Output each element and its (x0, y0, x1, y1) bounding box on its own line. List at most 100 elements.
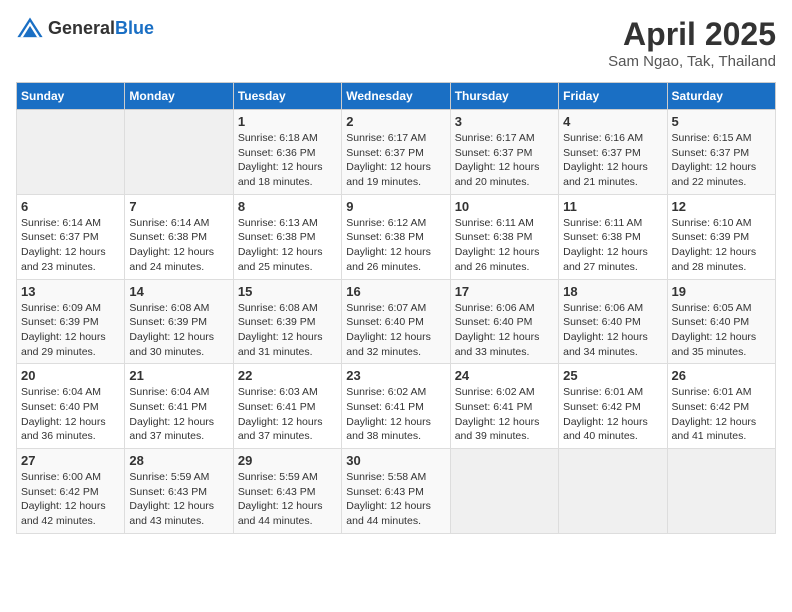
week-row-2: 6Sunrise: 6:14 AMSunset: 6:37 PMDaylight… (17, 194, 776, 279)
daylight-text: Daylight: 12 hours and 23 minutes. (21, 246, 106, 273)
day-number: 8 (238, 199, 337, 214)
daylight-text: Daylight: 12 hours and 40 minutes. (563, 416, 648, 443)
header-thursday: Thursday (450, 83, 558, 110)
day-number: 18 (563, 284, 662, 299)
day-info: Sunrise: 6:17 AMSunset: 6:37 PMDaylight:… (455, 131, 554, 190)
sunset-text: Sunset: 6:39 PM (21, 316, 99, 328)
header-wednesday: Wednesday (342, 83, 450, 110)
table-row: 28Sunrise: 5:59 AMSunset: 6:43 PMDayligh… (125, 449, 233, 534)
sunrise-text: Sunrise: 5:59 AM (238, 471, 318, 483)
sunset-text: Sunset: 6:40 PM (21, 401, 99, 413)
sunrise-text: Sunrise: 6:17 AM (346, 132, 426, 144)
day-info: Sunrise: 6:18 AMSunset: 6:36 PMDaylight:… (238, 131, 337, 190)
table-row: 6Sunrise: 6:14 AMSunset: 6:37 PMDaylight… (17, 194, 125, 279)
table-row: 18Sunrise: 6:06 AMSunset: 6:40 PMDayligh… (559, 279, 667, 364)
sunset-text: Sunset: 6:38 PM (346, 231, 424, 243)
table-row: 25Sunrise: 6:01 AMSunset: 6:42 PMDayligh… (559, 364, 667, 449)
sunrise-text: Sunrise: 6:01 AM (563, 386, 643, 398)
sunrise-text: Sunrise: 5:58 AM (346, 471, 426, 483)
day-number: 1 (238, 114, 337, 129)
daylight-text: Daylight: 12 hours and 27 minutes. (563, 246, 648, 273)
sunset-text: Sunset: 6:37 PM (455, 147, 533, 159)
table-row: 19Sunrise: 6:05 AMSunset: 6:40 PMDayligh… (667, 279, 775, 364)
day-info: Sunrise: 6:14 AMSunset: 6:37 PMDaylight:… (21, 216, 120, 275)
day-number: 4 (563, 114, 662, 129)
daylight-text: Daylight: 12 hours and 25 minutes. (238, 246, 323, 273)
day-number: 10 (455, 199, 554, 214)
sunset-text: Sunset: 6:43 PM (129, 486, 207, 498)
header-monday: Monday (125, 83, 233, 110)
table-row (125, 110, 233, 195)
day-number: 11 (563, 199, 662, 214)
sunrise-text: Sunrise: 6:02 AM (346, 386, 426, 398)
day-number: 20 (21, 368, 120, 383)
sunrise-text: Sunrise: 6:06 AM (563, 302, 643, 314)
table-row: 3 Sunrise: 6:17 AMSunset: 6:37 PMDaylight… (450, 110, 558, 195)
sunset-text: Sunset: 6:39 PM (672, 231, 750, 243)
table-row: 17Sunrise: 6:06 AMSunset: 6:40 PMDayligh… (450, 279, 558, 364)
daylight-text: Daylight: 12 hours and 39 minutes. (455, 416, 540, 443)
table-row: 9Sunrise: 6:12 AMSunset: 6:38 PMDaylight… (342, 194, 450, 279)
day-info: Sunrise: 6:17 AMSunset: 6:37 PMDaylight:… (346, 131, 445, 190)
day-info: Sunrise: 6:13 AMSunset: 6:38 PMDaylight:… (238, 216, 337, 275)
day-number: 7 (129, 199, 228, 214)
table-row: 23Sunrise: 6:02 AMSunset: 6:41 PMDayligh… (342, 364, 450, 449)
sunset-text: Sunset: 6:37 PM (563, 147, 641, 159)
sunrise-text: Sunrise: 6:04 AM (21, 386, 101, 398)
day-number: 27 (21, 453, 120, 468)
sunset-text: Sunset: 6:36 PM (238, 147, 316, 159)
calendar-table: SundayMondayTuesdayWednesdayThursdayFrid… (16, 82, 776, 534)
day-info: Sunrise: 6:15 AMSunset: 6:37 PMDaylight:… (672, 131, 771, 190)
day-info: Sunrise: 6:12 AMSunset: 6:38 PMDaylight:… (346, 216, 445, 275)
day-number: 26 (672, 368, 771, 383)
sunrise-text: Sunrise: 6:05 AM (672, 302, 752, 314)
table-row: 8 Sunrise: 6:13 AMSunset: 6:38 PMDaylight… (233, 194, 341, 279)
day-number: 3 (455, 114, 554, 129)
sunset-text: Sunset: 6:39 PM (129, 316, 207, 328)
day-number: 13 (21, 284, 120, 299)
sunrise-text: Sunrise: 6:14 AM (129, 217, 209, 229)
sunset-text: Sunset: 6:40 PM (346, 316, 424, 328)
day-info: Sunrise: 6:06 AMSunset: 6:40 PMDaylight:… (455, 301, 554, 360)
table-row: 30Sunrise: 5:58 AMSunset: 6:43 PMDayligh… (342, 449, 450, 534)
table-row: 2Sunrise: 6:17 AMSunset: 6:37 PMDaylight… (342, 110, 450, 195)
sunrise-text: Sunrise: 6:09 AM (21, 302, 101, 314)
daylight-text: Daylight: 12 hours and 38 minutes. (346, 416, 431, 443)
sunset-text: Sunset: 6:41 PM (346, 401, 424, 413)
daylight-text: Daylight: 12 hours and 29 minutes. (21, 331, 106, 358)
table-row: 26Sunrise: 6:01 AMSunset: 6:42 PMDayligh… (667, 364, 775, 449)
table-row: 1 Sunrise: 6:18 AMSunset: 6:36 PMDaylight… (233, 110, 341, 195)
day-info: Sunrise: 6:00 AMSunset: 6:42 PMDaylight:… (21, 470, 120, 529)
daylight-text: Daylight: 12 hours and 26 minutes. (346, 246, 431, 273)
table-row: 10Sunrise: 6:11 AMSunset: 6:38 PMDayligh… (450, 194, 558, 279)
sunrise-text: Sunrise: 6:13 AM (238, 217, 318, 229)
day-info: Sunrise: 6:11 AM Sunset: 6:38 PM Daylight:… (563, 216, 662, 275)
calendar-subtitle: Sam Ngao, Tak, Thailand (608, 53, 776, 70)
sunset-text: Sunset: 6:40 PM (672, 316, 750, 328)
day-number: 12 (672, 199, 771, 214)
table-row: 12Sunrise: 6:10 AMSunset: 6:39 PMDayligh… (667, 194, 775, 279)
daylight-text: Daylight: 12 hours and 33 minutes. (455, 331, 540, 358)
sunrise-text: Sunrise: 6:02 AM (455, 386, 535, 398)
table-row: 11 Sunrise: 6:11 AM Sunset: 6:38 PM Dayligh… (559, 194, 667, 279)
logo-icon (16, 16, 44, 40)
sunset-text: Sunset: 6:43 PM (238, 486, 316, 498)
daylight-text: Daylight: 12 hours and 22 minutes. (672, 161, 757, 188)
sunset-text: Sunset: 6:41 PM (455, 401, 533, 413)
day-info: Sunrise: 5:58 AMSunset: 6:43 PMDaylight:… (346, 470, 445, 529)
table-row: 15Sunrise: 6:08 AMSunset: 6:39 PMDayligh… (233, 279, 341, 364)
sunrise-text: Sunrise: 6:08 AM (129, 302, 209, 314)
day-number: 15 (238, 284, 337, 299)
day-number: 28 (129, 453, 228, 468)
day-number: 19 (672, 284, 771, 299)
sunset-text: Sunset: 6:38 PM (563, 231, 641, 243)
table-row: 21Sunrise: 6:04 AMSunset: 6:41 PMDayligh… (125, 364, 233, 449)
table-row (559, 449, 667, 534)
sunrise-text: Sunrise: 6:11 AM (563, 217, 642, 229)
sunset-text: Sunset: 6:38 PM (455, 231, 533, 243)
daylight-text: Daylight: 12 hours and 26 minutes. (455, 246, 540, 273)
day-number: 16 (346, 284, 445, 299)
day-info: Sunrise: 6:08 AMSunset: 6:39 PMDaylight:… (129, 301, 228, 360)
sunset-text: Sunset: 6:43 PM (346, 486, 424, 498)
week-row-3: 13 Sunrise: 6:09 AM Sunset: 6:39 PM Dayligh… (17, 279, 776, 364)
